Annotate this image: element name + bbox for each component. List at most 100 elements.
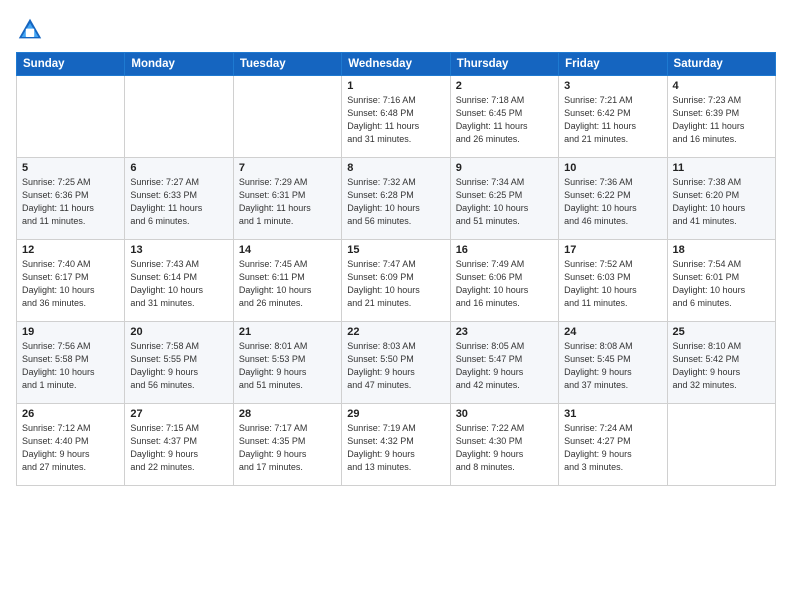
day-number: 14 <box>239 244 336 256</box>
day-info: Sunrise: 7:49 AM Sunset: 6:06 PM Dayligh… <box>456 258 553 310</box>
calendar-cell: 29Sunrise: 7:19 AM Sunset: 4:32 PM Dayli… <box>342 404 450 486</box>
day-number: 19 <box>22 326 119 338</box>
day-info: Sunrise: 7:25 AM Sunset: 6:36 PM Dayligh… <box>22 176 119 228</box>
day-number: 28 <box>239 408 336 420</box>
day-number: 24 <box>564 326 661 338</box>
calendar: SundayMondayTuesdayWednesdayThursdayFrid… <box>16 52 776 486</box>
day-info: Sunrise: 7:40 AM Sunset: 6:17 PM Dayligh… <box>22 258 119 310</box>
calendar-cell: 11 Sunrise: 7:38 AM Sunset: 6:20 PM Dayli… <box>667 158 775 240</box>
weekday-header-row: SundayMondayTuesdayWednesdayThursdayFrid… <box>17 53 776 76</box>
calendar-cell: 25 Sunrise: 8:10 AM Sunset: 5:42 PM Dayli… <box>667 322 775 404</box>
day-info: Sunrise: 7:17 AM Sunset: 4:35 PM Dayligh… <box>239 422 336 474</box>
day-number: 11 <box>673 162 770 174</box>
logo-icon <box>16 16 44 44</box>
day-info: Sunrise: 7:47 AM Sunset: 6:09 PM Dayligh… <box>347 258 444 310</box>
day-number: 2 <box>456 80 553 92</box>
calendar-cell: 21 Sunrise: 8:01 AM Sunset: 5:53 PM Dayli… <box>233 322 341 404</box>
page: SundayMondayTuesdayWednesdayThursdayFrid… <box>0 0 792 612</box>
weekday-header: Thursday <box>450 53 558 76</box>
calendar-week-row: 19Sunrise: 7:56 AM Sunset: 5:58 PM Dayli… <box>17 322 776 404</box>
calendar-cell: 5 Sunrise: 7:25 AM Sunset: 6:36 PM Daylig… <box>17 158 125 240</box>
calendar-cell: 12 Sunrise: 7:40 AM Sunset: 6:17 PM Dayli… <box>17 240 125 322</box>
day-number: 15 <box>347 244 444 256</box>
day-info: Sunrise: 7:19 AM Sunset: 4:32 PM Dayligh… <box>347 422 444 474</box>
day-info: Sunrise: 7:16 AM Sunset: 6:48 PM Dayligh… <box>347 94 444 146</box>
calendar-week-row: 5 Sunrise: 7:25 AM Sunset: 6:36 PM Daylig… <box>17 158 776 240</box>
day-info: Sunrise: 8:05 AM Sunset: 5:47 PM Dayligh… <box>456 340 553 392</box>
day-number: 1 <box>347 80 444 92</box>
day-number: 10 <box>564 162 661 174</box>
day-number: 7 <box>239 162 336 174</box>
day-number: 25 <box>673 326 770 338</box>
calendar-cell: 17Sunrise: 7:52 AM Sunset: 6:03 PM Dayli… <box>559 240 667 322</box>
day-info: Sunrise: 7:22 AM Sunset: 4:30 PM Dayligh… <box>456 422 553 474</box>
day-number: 16 <box>456 244 553 256</box>
calendar-cell: 13Sunrise: 7:43 AM Sunset: 6:14 PM Dayli… <box>125 240 233 322</box>
calendar-week-row: 12 Sunrise: 7:40 AM Sunset: 6:17 PM Dayli… <box>17 240 776 322</box>
day-info: Sunrise: 7:34 AM Sunset: 6:25 PM Dayligh… <box>456 176 553 228</box>
calendar-cell <box>667 404 775 486</box>
calendar-cell: 23 Sunrise: 8:05 AM Sunset: 5:47 PM Dayli… <box>450 322 558 404</box>
day-info: Sunrise: 8:03 AM Sunset: 5:50 PM Dayligh… <box>347 340 444 392</box>
calendar-cell <box>17 76 125 158</box>
day-info: Sunrise: 7:18 AM Sunset: 6:45 PM Dayligh… <box>456 94 553 146</box>
calendar-cell: 4 Sunrise: 7:23 AM Sunset: 6:39 PM Daylig… <box>667 76 775 158</box>
calendar-cell: 18 Sunrise: 7:54 AM Sunset: 6:01 PM Dayli… <box>667 240 775 322</box>
day-info: Sunrise: 7:36 AM Sunset: 6:22 PM Dayligh… <box>564 176 661 228</box>
calendar-cell: 2 Sunrise: 7:18 AM Sunset: 6:45 PM Daylig… <box>450 76 558 158</box>
weekday-header: Wednesday <box>342 53 450 76</box>
day-number: 31 <box>564 408 661 420</box>
day-info: Sunrise: 8:01 AM Sunset: 5:53 PM Dayligh… <box>239 340 336 392</box>
weekday-header: Sunday <box>17 53 125 76</box>
calendar-cell: 1 Sunrise: 7:16 AM Sunset: 6:48 PM Daylig… <box>342 76 450 158</box>
header <box>16 12 776 44</box>
calendar-week-row: 26Sunrise: 7:12 AM Sunset: 4:40 PM Dayli… <box>17 404 776 486</box>
day-number: 6 <box>130 162 227 174</box>
calendar-cell <box>125 76 233 158</box>
day-info: Sunrise: 7:43 AM Sunset: 6:14 PM Dayligh… <box>130 258 227 310</box>
day-number: 30 <box>456 408 553 420</box>
calendar-cell: 30 Sunrise: 7:22 AM Sunset: 4:30 PM Dayli… <box>450 404 558 486</box>
calendar-cell: 19Sunrise: 7:56 AM Sunset: 5:58 PM Dayli… <box>17 322 125 404</box>
calendar-cell: 3Sunrise: 7:21 AM Sunset: 6:42 PM Daylig… <box>559 76 667 158</box>
calendar-cell: 9 Sunrise: 7:34 AM Sunset: 6:25 PM Daylig… <box>450 158 558 240</box>
calendar-cell: 10 Sunrise: 7:36 AM Sunset: 6:22 PM Dayli… <box>559 158 667 240</box>
day-info: Sunrise: 7:23 AM Sunset: 6:39 PM Dayligh… <box>673 94 770 146</box>
calendar-cell: 7 Sunrise: 7:29 AM Sunset: 6:31 PM Daylig… <box>233 158 341 240</box>
day-number: 23 <box>456 326 553 338</box>
calendar-cell: 20 Sunrise: 7:58 AM Sunset: 5:55 PM Dayli… <box>125 322 233 404</box>
day-info: Sunrise: 7:58 AM Sunset: 5:55 PM Dayligh… <box>130 340 227 392</box>
day-number: 21 <box>239 326 336 338</box>
weekday-header: Saturday <box>667 53 775 76</box>
day-info: Sunrise: 7:54 AM Sunset: 6:01 PM Dayligh… <box>673 258 770 310</box>
day-info: Sunrise: 7:27 AM Sunset: 6:33 PM Dayligh… <box>130 176 227 228</box>
day-number: 3 <box>564 80 661 92</box>
calendar-cell: 8 Sunrise: 7:32 AM Sunset: 6:28 PM Daylig… <box>342 158 450 240</box>
day-info: Sunrise: 7:24 AM Sunset: 4:27 PM Dayligh… <box>564 422 661 474</box>
calendar-cell: 6 Sunrise: 7:27 AM Sunset: 6:33 PM Daylig… <box>125 158 233 240</box>
calendar-cell <box>233 76 341 158</box>
day-info: Sunrise: 8:10 AM Sunset: 5:42 PM Dayligh… <box>673 340 770 392</box>
weekday-header: Monday <box>125 53 233 76</box>
day-number: 12 <box>22 244 119 256</box>
day-number: 9 <box>456 162 553 174</box>
calendar-cell: 24Sunrise: 8:08 AM Sunset: 5:45 PM Dayli… <box>559 322 667 404</box>
day-info: Sunrise: 7:32 AM Sunset: 6:28 PM Dayligh… <box>347 176 444 228</box>
day-number: 20 <box>130 326 227 338</box>
day-info: Sunrise: 7:38 AM Sunset: 6:20 PM Dayligh… <box>673 176 770 228</box>
day-number: 5 <box>22 162 119 174</box>
day-number: 22 <box>347 326 444 338</box>
day-number: 4 <box>673 80 770 92</box>
calendar-cell: 27Sunrise: 7:15 AM Sunset: 4:37 PM Dayli… <box>125 404 233 486</box>
day-number: 26 <box>22 408 119 420</box>
day-number: 17 <box>564 244 661 256</box>
logo <box>16 16 48 44</box>
day-number: 8 <box>347 162 444 174</box>
day-info: Sunrise: 7:29 AM Sunset: 6:31 PM Dayligh… <box>239 176 336 228</box>
weekday-header: Friday <box>559 53 667 76</box>
calendar-cell: 22 Sunrise: 8:03 AM Sunset: 5:50 PM Dayli… <box>342 322 450 404</box>
calendar-cell: 14Sunrise: 7:45 AM Sunset: 6:11 PM Dayli… <box>233 240 341 322</box>
calendar-week-row: 1 Sunrise: 7:16 AM Sunset: 6:48 PM Daylig… <box>17 76 776 158</box>
day-number: 18 <box>673 244 770 256</box>
calendar-cell: 31 Sunrise: 7:24 AM Sunset: 4:27 PM Dayli… <box>559 404 667 486</box>
